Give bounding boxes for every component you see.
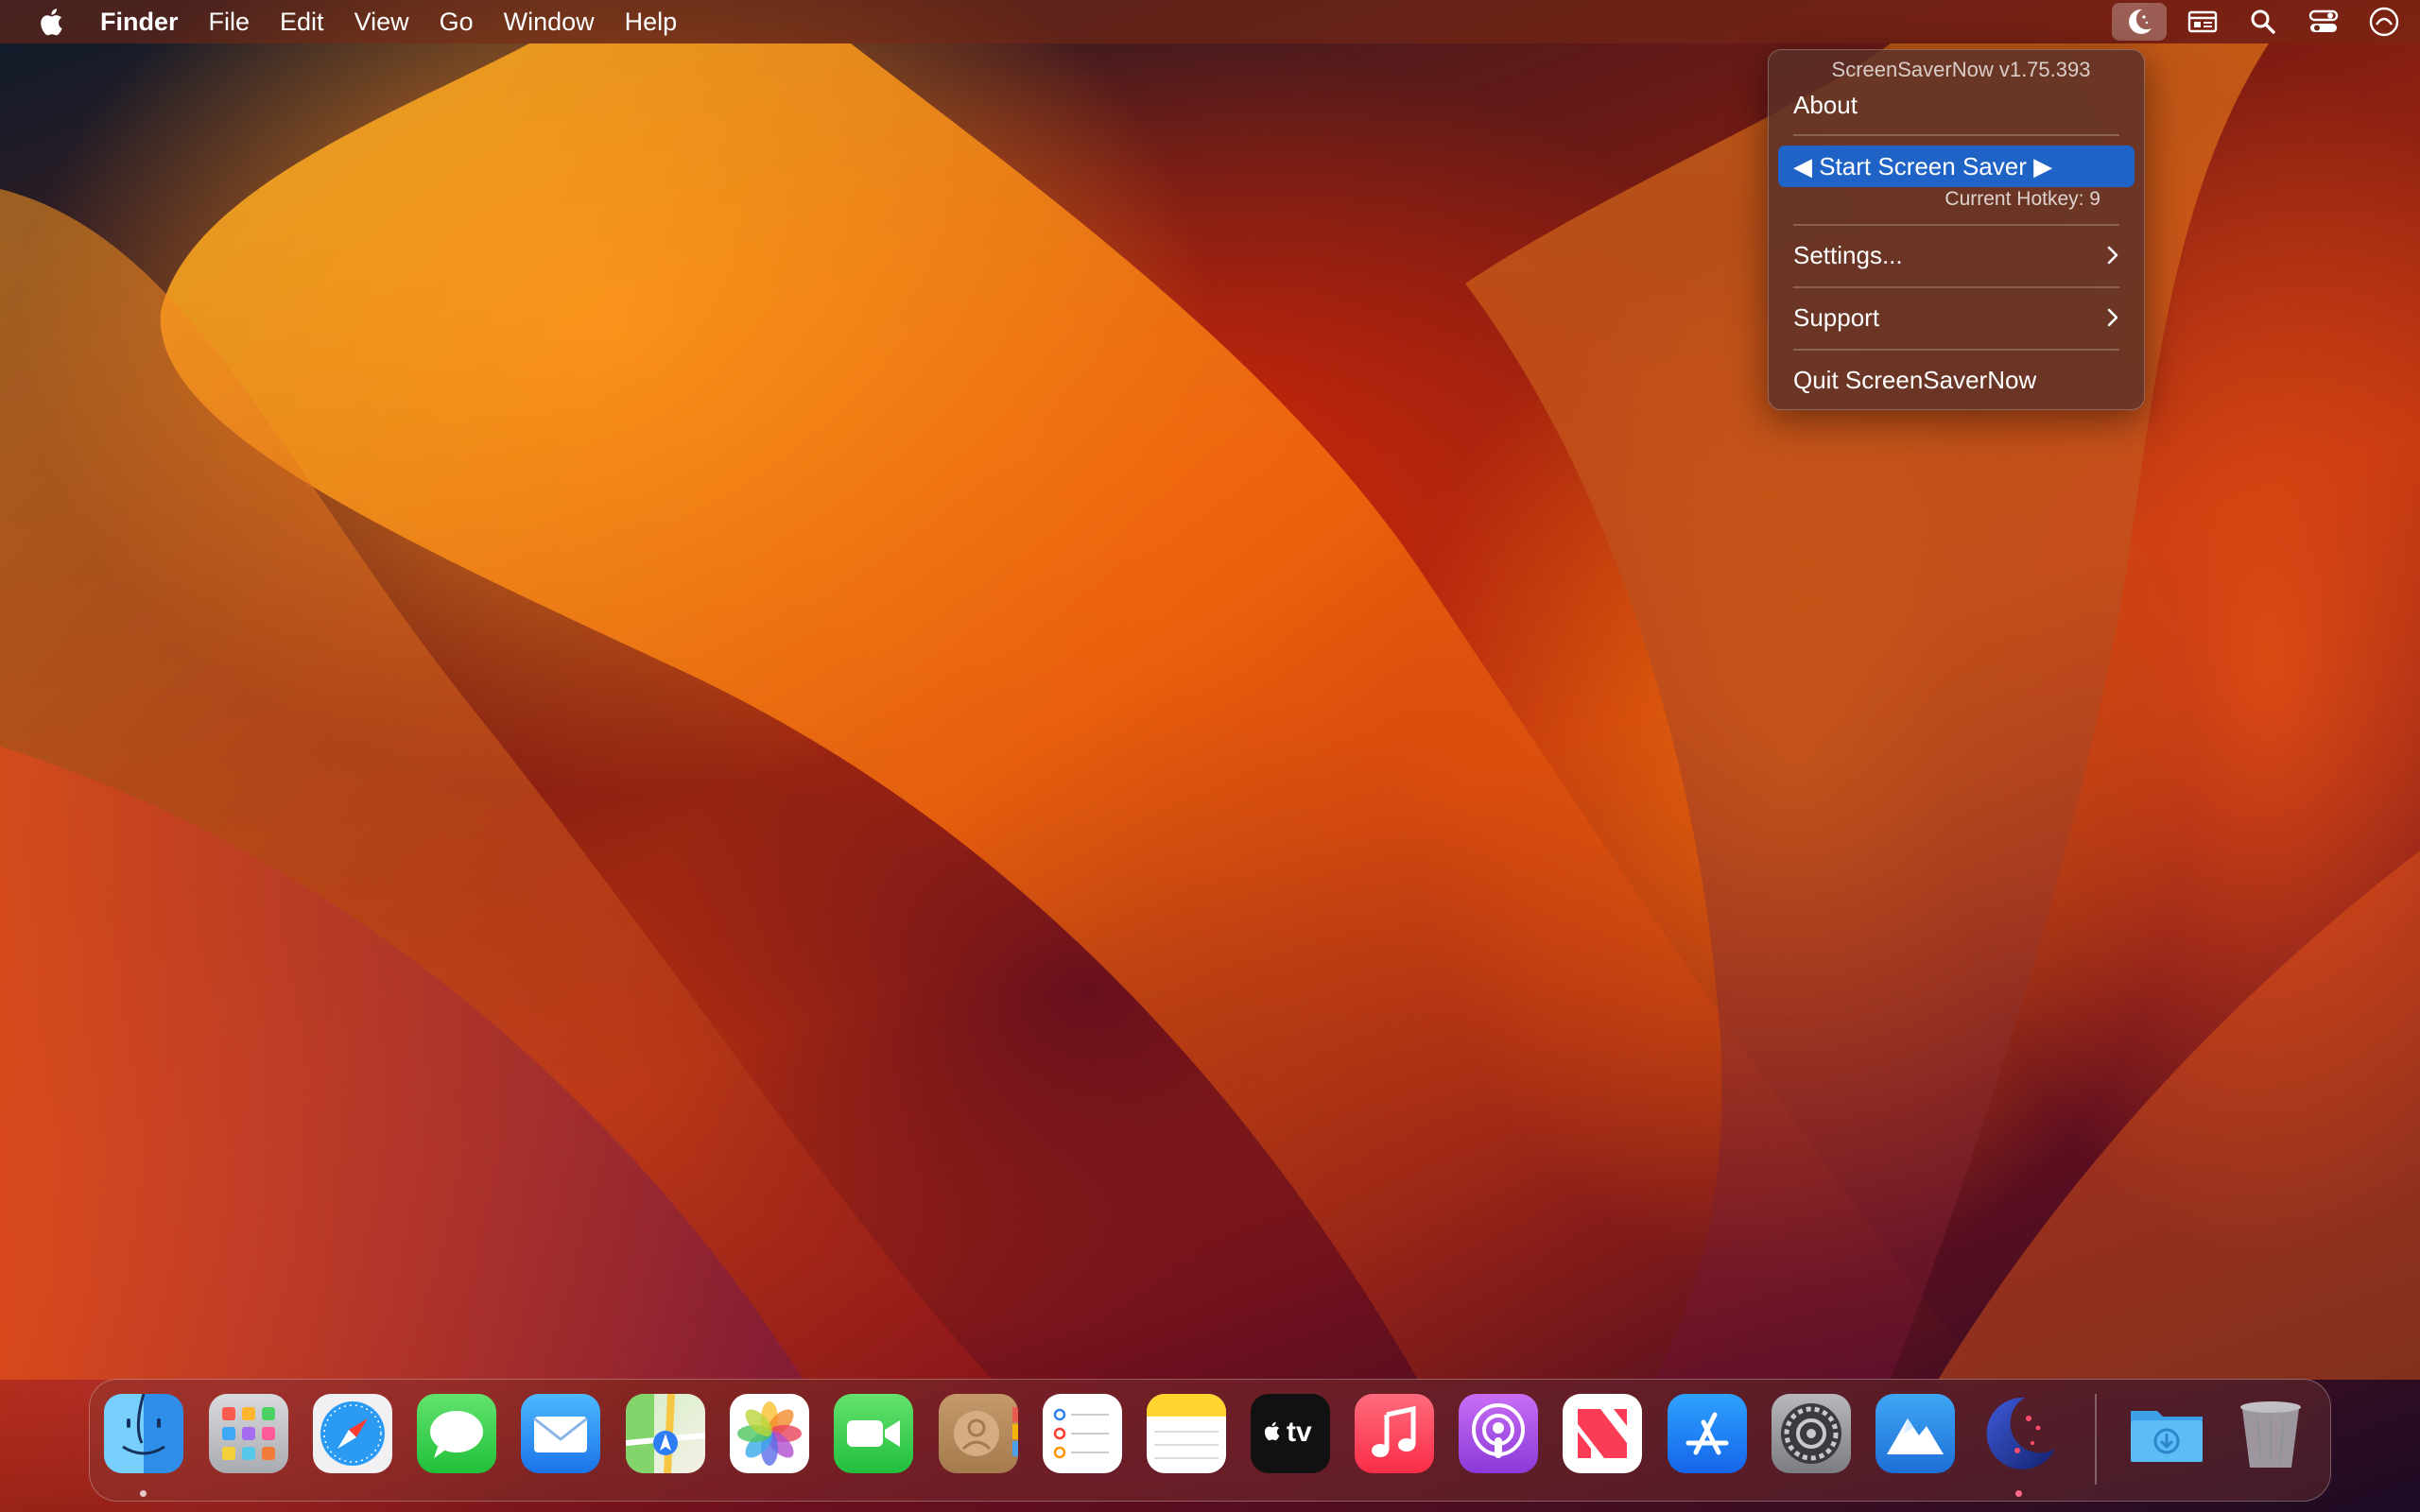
mail-icon[interactable] [521,1394,600,1473]
control-center-icon [2308,9,2339,32]
menu-separator [1793,224,2119,226]
apple-menu[interactable] [32,0,70,43]
menu-item-support[interactable]: Support [1793,297,2119,338]
chevron-right-icon [2106,297,2119,338]
photos-icon[interactable] [730,1394,809,1473]
menu-help[interactable]: Help [625,0,678,43]
menu-bar: Finder File Edit View Go Window Help [0,0,2420,43]
messages-icon[interactable] [417,1394,496,1473]
menu-file[interactable]: File [209,0,251,43]
menu-separator [1793,286,2119,288]
menu-separator [1793,134,2119,136]
music-icon[interactable] [1355,1394,1434,1473]
menu-edit[interactable]: Edit [280,0,324,43]
screensavernow-menu: ScreenSaverNow v1.75.393 About ◀ Start S… [1768,49,2145,410]
spotlight-search-icon [2251,9,2275,34]
status-area [2112,0,2420,43]
trash-icon[interactable] [2231,1394,2310,1473]
safari-icon[interactable] [313,1394,392,1473]
finder-icon[interactable] [104,1394,183,1473]
maps-icon[interactable] [626,1394,705,1473]
siri-icon [2369,7,2399,37]
podcasts-icon[interactable] [1459,1394,1538,1473]
siri-status-item[interactable] [2354,0,2414,43]
system-settings-icon[interactable] [1772,1394,1851,1473]
macos-installer-icon[interactable] [1876,1394,1955,1473]
menu-item-quit[interactable]: Quit ScreenSaverNow [1793,359,2119,401]
menu-window[interactable]: Window [504,0,595,43]
menu-item-support-label: Support [1793,303,1880,332]
apple-tv-icon[interactable]: tv [1251,1394,1330,1473]
reminders-icon[interactable] [1043,1394,1122,1473]
facetime-icon[interactable] [834,1394,913,1473]
input-display-icon [2187,10,2218,33]
menu-item-about[interactable]: About [1793,84,2119,126]
screensavernow-moon-icon[interactable] [1979,1394,2059,1473]
menu-go[interactable]: Go [440,0,474,43]
control-center-status-item[interactable] [2293,0,2354,43]
chevron-right-icon [2106,234,2119,276]
menu-separator [1793,349,2119,351]
contacts-icon[interactable] [939,1394,1018,1473]
notes-icon[interactable] [1147,1394,1226,1473]
menu-app-finder[interactable]: Finder [100,0,179,43]
app-store-icon[interactable] [1668,1394,1747,1473]
menu-version-label: ScreenSaverNow v1.75.393 [1831,58,2091,81]
hotkey-label: Current Hotkey: 9 [1945,188,2100,210]
apple-logo-icon [41,9,62,36]
news-icon[interactable] [1563,1394,1642,1473]
spotlight-status-item[interactable] [2233,0,2293,43]
menu-item-start-screen-saver[interactable]: ◀ Start Screen Saver ▶ [1778,146,2135,187]
launchpad-icon[interactable] [209,1394,288,1473]
moon-icon [2129,9,2152,34]
downloads-folder-icon[interactable] [2127,1394,2206,1473]
menu-view[interactable]: View [354,0,409,43]
menu-item-settings[interactable]: Settings... [1793,234,2119,276]
tv-label: tv [1287,1417,1312,1448]
dock-separator [2095,1394,2097,1485]
input-display-status-item[interactable] [2172,0,2233,43]
menu-item-settings-label: Settings... [1793,241,1903,269]
running-indicator [2015,1490,2022,1497]
running-indicator [140,1490,147,1497]
screensavernow-status-item[interactable] [2112,3,2167,41]
